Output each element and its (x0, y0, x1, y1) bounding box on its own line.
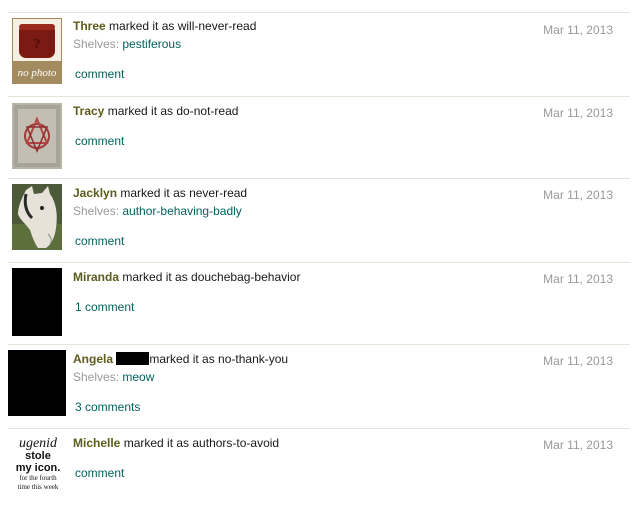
comment-link[interactable]: comment (75, 234, 124, 248)
shelves-line: Shelves: author-behaving-badly (73, 204, 242, 218)
activity-text: marked it as no-thank-you (149, 352, 289, 366)
date-link[interactable]: Mar 11, 2013 (543, 23, 613, 37)
user-link[interactable]: Michelle (73, 436, 120, 450)
avatar-text-line: ugenid (18, 436, 58, 451)
activity-line: Jacklyn marked it as never-read (73, 186, 247, 200)
feed-item-tracy: Tracy marked it as do-not-read comment M… (8, 97, 630, 179)
feed-item-miranda: Miranda marked it as douchebag-behavior … (8, 263, 630, 345)
avatar-no-photo[interactable]: ? no photo (12, 18, 62, 84)
feed-item-michelle: ugenid stole my icon. for the fourth tim… (8, 429, 630, 505)
date-link[interactable]: Mar 11, 2013 (543, 106, 613, 120)
shelf-link[interactable]: meow (122, 370, 154, 384)
feed-item-three: ? no photo Three marked it as will-never… (8, 13, 630, 97)
comment-link[interactable]: comment (75, 466, 124, 480)
avatar[interactable]: ugenid stole my icon. for the fourth tim… (12, 435, 64, 499)
activity-text: marked it as douchebag-behavior (119, 270, 301, 284)
shelves-line: Shelves: pestiferous (73, 37, 181, 51)
avatar-text-line: stole (25, 450, 51, 462)
date-link[interactable]: Mar 11, 2013 (543, 272, 613, 286)
activity-text: marked it as never-read (117, 186, 248, 200)
shelves-label: Shelves: (73, 204, 120, 218)
shelf-link[interactable]: pestiferous (122, 37, 181, 51)
date-link[interactable]: Mar 11, 2013 (543, 188, 613, 202)
activity-line: Michelle marked it as authors-to-avoid (73, 436, 279, 450)
user-link[interactable]: Angela (73, 352, 113, 366)
comment-link[interactable]: 3 comments (75, 400, 140, 414)
activity-text: marked it as will-never-read (105, 19, 257, 33)
avatar[interactable] (12, 184, 62, 250)
comment-link[interactable]: comment (75, 134, 124, 148)
redaction-bar (116, 352, 150, 365)
no-photo-label: no photo (17, 67, 57, 79)
feed-item-angela: Angela marked it as no-thank-you Shelves… (8, 345, 630, 429)
date-link[interactable]: Mar 11, 2013 (543, 354, 613, 368)
activity-feed: ? no photo Three marked it as will-never… (0, 0, 643, 505)
feed-item-jacklyn: Jacklyn marked it as never-read Shelves:… (8, 179, 630, 263)
avatar-text-line: my icon. (15, 462, 61, 474)
shelf-link[interactable]: author-behaving-badly (122, 204, 241, 218)
activity-line: Angela marked it as no-thank-you (73, 352, 288, 366)
date-link[interactable]: Mar 11, 2013 (543, 438, 613, 452)
comment-link[interactable]: 1 comment (75, 300, 134, 314)
horse-avatar-icon (12, 184, 62, 250)
shelves-label: Shelves: (73, 370, 120, 384)
activity-text: marked it as authors-to-avoid (120, 436, 280, 450)
avatar-text-line: for the fourth (19, 474, 57, 482)
comment-link[interactable]: comment (75, 67, 124, 81)
shelves-line: Shelves: meow (73, 370, 154, 384)
celtic-knot-avatar-icon (12, 103, 62, 169)
user-link[interactable]: Jacklyn (73, 186, 117, 200)
avatar-redacted[interactable] (8, 350, 66, 416)
shelves-label: Shelves: (73, 37, 120, 51)
avatar-redacted[interactable] (12, 268, 62, 336)
user-link[interactable]: Three (73, 19, 106, 33)
avatar-text-line: time this week (17, 483, 59, 491)
activity-text: marked it as do-not-read (104, 104, 239, 118)
activity-line: Tracy marked it as do-not-read (73, 104, 238, 118)
avatar[interactable] (12, 103, 62, 169)
svg-text:?: ? (34, 37, 41, 52)
activity-line: Three marked it as will-never-read (73, 19, 256, 33)
user-link[interactable]: Miranda (73, 270, 119, 284)
user-link[interactable]: Tracy (73, 104, 104, 118)
activity-line: Miranda marked it as douchebag-behavior (73, 270, 300, 284)
